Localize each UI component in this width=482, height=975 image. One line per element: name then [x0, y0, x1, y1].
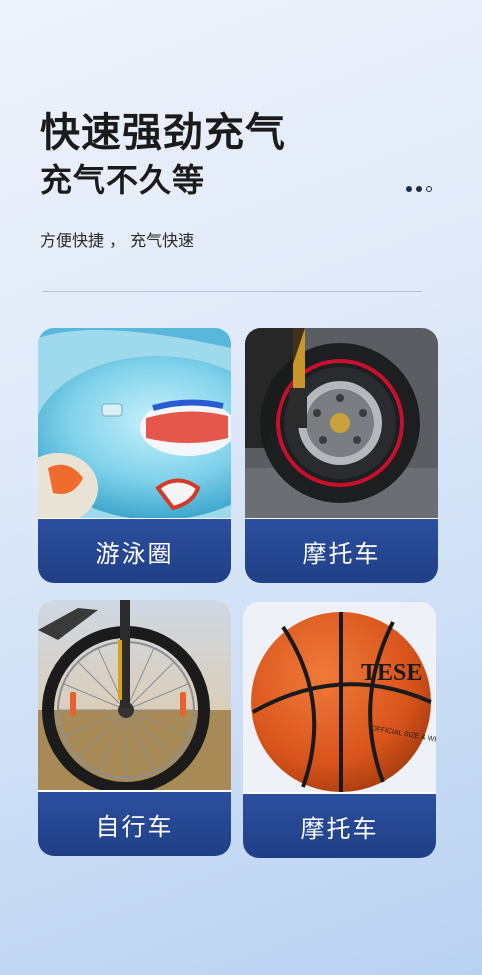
card-bicycle[interactable]: 自行车 [38, 600, 231, 856]
motorcycle-wheel-image [245, 328, 438, 518]
card-swim-ring[interactable]: 游泳圈 [38, 328, 231, 583]
page-title-line2: 充气不久等 [40, 161, 206, 199]
card-label: 摩托车 [245, 519, 438, 583]
bicycle-wheel-image [38, 600, 231, 790]
divider [42, 291, 422, 292]
page-title-line1: 快速强劲充气 [40, 110, 286, 156]
basketball-image: TESE OFFICIAL SIZE & WEIGHT [243, 602, 436, 792]
dot-icon [406, 186, 412, 192]
card-basketball[interactable]: TESE OFFICIAL SIZE & WEIGHT 摩托车 [243, 602, 436, 858]
ball-brand-text: TESE [361, 660, 422, 686]
card-label: 摩托车 [243, 794, 436, 858]
card-motorcycle[interactable]: 摩托车 [245, 328, 438, 583]
card-label: 自行车 [38, 792, 231, 856]
dot-ring-icon [426, 186, 432, 192]
dot-icon [416, 186, 422, 192]
swim-ring-image [38, 328, 231, 518]
page-subtitle: 方便快捷 ， 充气快速 [40, 231, 195, 250]
more-options-icon[interactable] [406, 186, 432, 192]
card-label: 游泳圈 [38, 519, 231, 583]
